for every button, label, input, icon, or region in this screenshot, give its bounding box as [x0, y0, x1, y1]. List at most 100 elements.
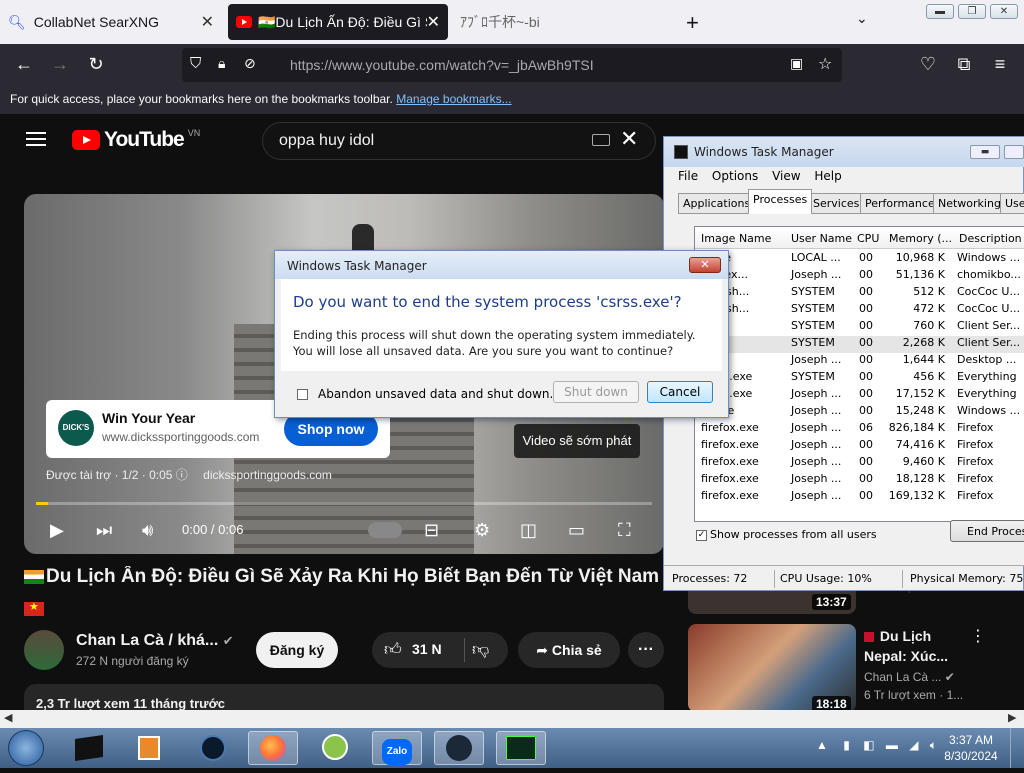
- table-row[interactable]: g.exeLOCAL ...0010,968 KWindows ...: [695, 251, 1024, 268]
- menu-icon[interactable]: ≡: [988, 54, 1012, 75]
- like-icon[interactable]: 👍︎: [384, 639, 402, 660]
- cancel-button[interactable]: Cancel: [647, 381, 713, 403]
- media-player-taskbar-icon[interactable]: [124, 731, 174, 765]
- close-tab-icon[interactable]: ✕: [427, 12, 440, 32]
- reload-icon[interactable]: ↻: [84, 54, 108, 75]
- dialog-close-icon[interactable]: ✕: [689, 257, 721, 273]
- cmd-taskbar-icon[interactable]: [64, 731, 114, 765]
- subscribe-button[interactable]: Đăng ký: [256, 632, 338, 668]
- show-hidden-icons[interactable]: ▲: [816, 738, 828, 752]
- tab-processes[interactable]: Processes: [748, 189, 813, 214]
- tray-app-icon[interactable]: ◧: [863, 738, 874, 752]
- forward-icon[interactable]: →: [48, 54, 72, 75]
- youtube-logo[interactable]: YouTube VN: [72, 128, 200, 152]
- minimize-button[interactable]: ▬: [926, 4, 954, 19]
- bookmark-star-icon[interactable]: ☆: [818, 54, 832, 74]
- table-row[interactable]: firefox.exe Joseph ... 00 18,128 K Firefox: [695, 472, 1024, 489]
- clear-search-icon[interactable]: ✕: [620, 126, 638, 152]
- network-icon[interactable]: ▬: [886, 738, 898, 752]
- menu-help[interactable]: Help: [814, 169, 841, 183]
- clock[interactable]: 3:37 AM 8/30/2024: [940, 732, 1002, 764]
- tray-app-icon[interactable]: ▮: [843, 738, 850, 752]
- play-icon[interactable]: ▶: [50, 520, 64, 541]
- show-all-processes-checkbox[interactable]: ✓ Show processes from all users: [696, 528, 877, 541]
- scroll-left-icon[interactable]: ◀: [4, 711, 12, 724]
- kebab-menu-icon[interactable]: ⋮: [970, 626, 986, 646]
- tab-youtube[interactable]: 🇮🇳Du Lịch Ấn Độ: Điều Gì Sẽ Xả ✕: [228, 4, 448, 40]
- end-process-button[interactable]: End Process: [950, 520, 1024, 542]
- checkbox-unchecked-icon[interactable]: [297, 389, 308, 400]
- ad-domain[interactable]: dickssportinggoods.com: [203, 468, 332, 482]
- tab-searxng[interactable]: 🔍︎ CollabNet SearXNG ✕: [0, 4, 222, 40]
- manage-bookmarks-link[interactable]: Manage bookmarks...: [396, 92, 511, 106]
- permissions-icon[interactable]: ⊘: [244, 55, 256, 72]
- tab-users[interactable]: User: [1000, 193, 1024, 213]
- close-tab-icon[interactable]: ✕: [201, 12, 214, 32]
- next-icon[interactable]: ⏭: [96, 520, 112, 541]
- more-actions-button[interactable]: ···: [628, 632, 664, 668]
- reader-view-icon[interactable]: ▣: [790, 55, 803, 72]
- firefox-taskbar-icon[interactable]: [248, 731, 298, 765]
- process-list[interactable]: Image Name User Name CPU Memory (... Des…: [694, 226, 1024, 522]
- col-image-name[interactable]: Image Name: [701, 232, 771, 245]
- autoplay-toggle[interactable]: [368, 522, 402, 538]
- progress-bar[interactable]: [36, 502, 652, 505]
- channel-name[interactable]: Chan La Cà / khá... ✔: [76, 632, 234, 650]
- table-row[interactable]: cCrash...SYSTEM00512 KCocCoc U...: [695, 285, 1024, 302]
- table-row[interactable]: box.ex...Joseph ...0051,136 Kchomikbo...: [695, 268, 1024, 285]
- abandon-data-checkbox[interactable]: Abandon unsaved data and shut down.: [297, 387, 553, 401]
- task-manager-taskbar-icon[interactable]: [496, 731, 546, 765]
- col-memory[interactable]: Memory (...: [889, 232, 952, 245]
- tab-networking[interactable]: Networking: [933, 193, 1006, 213]
- close-window-button[interactable]: ✕: [990, 4, 1018, 19]
- list-tabs-icon[interactable]: ⌄: [856, 10, 868, 27]
- table-row[interactable]: exeJoseph ...001,644 KDesktop ...: [695, 353, 1024, 370]
- tab-services[interactable]: Services: [808, 193, 865, 213]
- new-tab-button[interactable]: +: [686, 10, 706, 36]
- table-row[interactable]: exeSYSTEM00760 KClient Ser...: [695, 319, 1024, 336]
- shut-down-button[interactable]: Shut down: [553, 381, 639, 403]
- pocket-icon[interactable]: ♡: [916, 54, 940, 75]
- restore-button[interactable]: ❐: [958, 4, 986, 19]
- table-row[interactable]: thing.exeJoseph ...0017,152 KEverything: [695, 387, 1024, 404]
- table-row[interactable]: cCrash...SYSTEM00472 KCocCoc U...: [695, 302, 1024, 319]
- related-channel[interactable]: Chan La Cà ... ✔: [864, 670, 955, 684]
- volume-icon[interactable]: 🔈︎: [930, 738, 937, 752]
- tab-other[interactable]: ｱﾌﾞﾛ千杯~-bi: [452, 4, 680, 40]
- scroll-right-icon[interactable]: ▶: [1008, 711, 1016, 724]
- share-button[interactable]: ➦ Chia sẻ: [518, 632, 620, 668]
- tab-applications[interactable]: Applications: [678, 193, 756, 213]
- menu-options[interactable]: Options: [712, 169, 758, 183]
- steam-taskbar-icon[interactable]: [434, 731, 484, 765]
- keyboard-icon[interactable]: [592, 134, 610, 146]
- checkbox-checked-icon[interactable]: ✓: [696, 529, 707, 541]
- table-row[interactable]: firefox.exe Joseph ... 00 9,460 K Firefox: [695, 455, 1024, 472]
- url-bar[interactable]: ⛉ 🔒︎ ⊘ https://www.youtube.com/watch?v=_…: [182, 48, 842, 82]
- start-button[interactable]: [8, 730, 44, 766]
- table-row[interactable]: er.exeJoseph ...0015,248 KWindows ...: [695, 404, 1024, 421]
- zalo-taskbar-icon[interactable]: Zalo: [372, 731, 422, 765]
- theater-mode-icon[interactable]: ▭: [568, 520, 585, 541]
- coccoc-taskbar-icon[interactable]: [310, 731, 360, 765]
- col-user-name[interactable]: User Name: [791, 232, 852, 245]
- col-description[interactable]: Description: [959, 232, 1022, 245]
- url-text[interactable]: https://www.youtube.com/watch?v=_jbAwBh9…: [290, 57, 594, 73]
- signal-icon[interactable]: ◢: [909, 738, 918, 752]
- shield-icon[interactable]: ⛉: [190, 55, 201, 72]
- back-icon[interactable]: ←: [12, 54, 36, 75]
- volume-icon[interactable]: 🔊︎: [142, 520, 153, 541]
- col-cpu[interactable]: CPU: [857, 232, 879, 245]
- table-row[interactable]: firefox.exe Joseph ... 00 169,132 K Firefox: [695, 489, 1024, 506]
- miniplayer-icon[interactable]: ◫: [520, 520, 537, 541]
- table-row[interactable]: exeSYSTEM002,268 KClient Ser...: [695, 336, 1024, 353]
- dialog-titlebar[interactable]: Windows Task Manager: [275, 251, 728, 279]
- related-title[interactable]: Du Lịch Nepal: Xúc...: [864, 626, 964, 666]
- lock-icon[interactable]: 🔒︎: [218, 55, 225, 72]
- fullscreen-icon[interactable]: ⛶: [618, 520, 631, 541]
- channel-avatar[interactable]: [24, 630, 64, 670]
- minimize-button[interactable]: ▬: [970, 145, 1000, 159]
- tab-performance[interactable]: Performance: [860, 193, 940, 213]
- menu-file[interactable]: File: [678, 169, 698, 183]
- hamburger-menu-icon[interactable]: [26, 132, 46, 146]
- subtitles-icon[interactable]: ⊟: [424, 520, 439, 541]
